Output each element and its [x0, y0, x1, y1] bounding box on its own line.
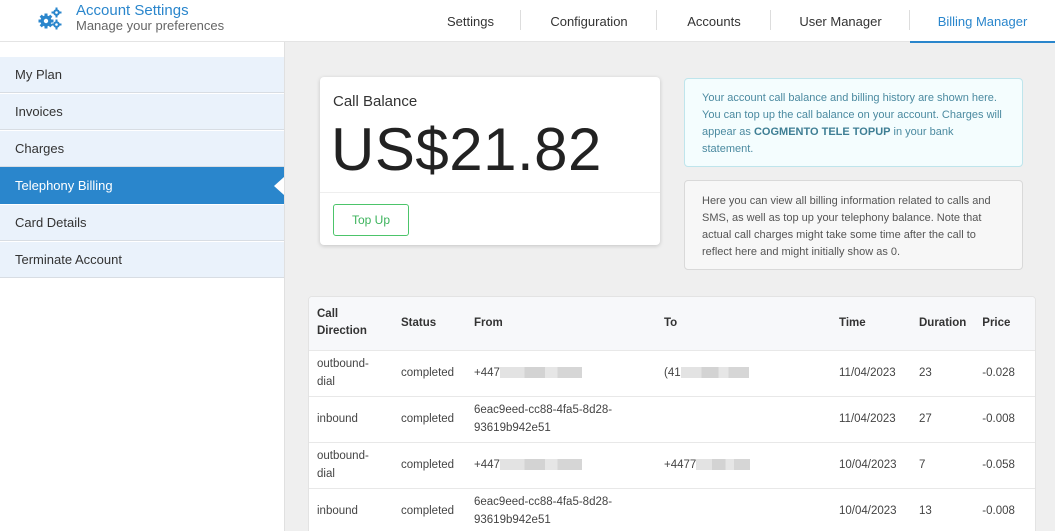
cell-to	[656, 395, 831, 442]
cell-duration: 7	[911, 441, 975, 488]
telephony-info-note: Here you can view all billing informatio…	[684, 180, 1023, 270]
cell-to: (41	[656, 349, 831, 396]
sidebar-divider	[284, 42, 285, 531]
sidebar-item-terminate-account[interactable]: Terminate Account	[0, 241, 284, 278]
tab-label: Settings	[447, 13, 494, 29]
cell-price: -0.008	[974, 395, 1035, 442]
cell-price: -0.008	[974, 487, 1035, 531]
to-number: +4477	[664, 459, 697, 471]
sidebar-item-label: Invoices	[15, 104, 63, 119]
sidebar-item-label: Telephony Billing	[15, 178, 113, 193]
col-status[interactable]: Status	[393, 297, 466, 350]
tab-label: Configuration	[550, 13, 628, 29]
cell-to: +4477	[656, 441, 831, 488]
col-from[interactable]: From	[466, 297, 656, 350]
billing-info-notice: Your account call balance and billing hi…	[684, 78, 1023, 167]
cell-direction: outbound-dial	[309, 349, 393, 396]
statement-descriptor: COGMENTO TELE TOPUP	[753, 126, 891, 138]
sidebar-item-my-plan[interactable]: My Plan	[0, 56, 284, 93]
to-number: (41	[664, 367, 681, 379]
cell-time: 11/04/2023	[831, 395, 911, 442]
col-to[interactable]: To	[656, 297, 831, 350]
cell-price: -0.058	[974, 441, 1035, 488]
cell-direction: inbound	[309, 395, 393, 442]
tab-accounts[interactable]: Accounts	[657, 0, 771, 42]
cell-duration: 13	[911, 487, 975, 531]
sidebar-item-label: Card Details	[15, 215, 87, 230]
col-call-direction[interactable]: Call Direction	[309, 297, 393, 350]
gears-icon	[38, 7, 62, 30]
redacted-mask	[499, 367, 582, 379]
tab-settings[interactable]: Settings	[420, 0, 521, 42]
cell-status: completed	[393, 487, 466, 531]
cell-direction: outbound-dial	[309, 441, 393, 488]
cell-price: -0.028	[974, 349, 1035, 396]
call-history-table: Call Direction Status From To Time Durat…	[308, 296, 1036, 531]
sidebar: My Plan Invoices Charges Telephony Billi…	[0, 42, 284, 531]
top-header: Account Settings Manage your preferences…	[0, 0, 1055, 43]
cell-status: completed	[393, 395, 466, 442]
top-up-button[interactable]: Top Up	[333, 204, 409, 236]
col-price[interactable]: Price	[974, 297, 1035, 350]
col-duration[interactable]: Duration	[911, 297, 974, 350]
redacted-mask	[680, 367, 749, 379]
sidebar-item-label: Terminate Account	[15, 252, 122, 267]
table-row: outbound-dial completed +447 +4477 10/04…	[309, 441, 1035, 488]
from-number: +447	[474, 367, 500, 379]
tab-label: Accounts	[687, 13, 741, 29]
sidebar-item-card-details[interactable]: Card Details	[0, 204, 284, 241]
tab-label: Billing Manager	[937, 13, 1028, 29]
redacted-mask	[499, 459, 582, 471]
cell-time: 10/04/2023	[831, 441, 911, 488]
sidebar-item-charges[interactable]: Charges	[0, 130, 284, 167]
call-balance-card: Call Balance US$21.82 Top Up	[320, 77, 660, 245]
sidebar-item-invoices[interactable]: Invoices	[0, 93, 284, 130]
cell-time: 10/04/2023	[831, 487, 911, 531]
table-header-row: Call Direction Status From To Time Durat…	[309, 297, 1035, 350]
cell-status: completed	[393, 441, 466, 488]
cell-time: 11/04/2023	[831, 349, 911, 396]
cell-from: +447	[466, 349, 656, 396]
tab-configuration[interactable]: Configuration	[521, 0, 657, 42]
note-text: Here you can view all billing informatio…	[702, 195, 991, 258]
cell-direction: inbound	[309, 487, 393, 531]
call-balance-label: Call Balance	[333, 93, 418, 110]
sidebar-menu: My Plan Invoices Charges Telephony Billi…	[0, 56, 284, 278]
cell-from: +447	[466, 441, 656, 488]
call-balance-value: US$21.82	[331, 116, 602, 183]
cell-duration: 23	[911, 349, 975, 396]
top-tabs: Settings Configuration Accounts User Man…	[420, 0, 1055, 43]
sidebar-item-label: My Plan	[15, 67, 62, 82]
card-divider	[320, 192, 660, 193]
table-row: outbound-dial completed +447 (41 11/04/2…	[309, 349, 1035, 396]
page-title: Account Settings	[76, 2, 189, 19]
page-subtitle: Manage your preferences	[76, 18, 225, 33]
sidebar-item-telephony-billing[interactable]: Telephony Billing	[0, 167, 284, 204]
tab-billing-manager[interactable]: Billing Manager	[910, 0, 1055, 43]
from-number: +447	[474, 459, 500, 471]
cell-status: completed	[393, 349, 466, 396]
redacted-mask	[696, 459, 751, 471]
cell-from: 6eac9eed-cc88-4fa5-8d28-93619b942e51	[466, 395, 656, 442]
tab-label: User Manager	[799, 13, 882, 29]
cell-from: 6eac9eed-cc88-4fa5-8d28-93619b942e51	[466, 487, 656, 531]
table-row: inbound completed 6eac9eed-cc88-4fa5-8d2…	[309, 395, 1035, 442]
cell-to	[656, 487, 831, 531]
tab-user-manager[interactable]: User Manager	[771, 0, 910, 42]
cell-duration: 27	[911, 395, 975, 442]
table-row: inbound completed 6eac9eed-cc88-4fa5-8d2…	[309, 487, 1035, 531]
brand: Account Settings Manage your preferences	[38, 3, 224, 33]
sidebar-item-label: Charges	[15, 141, 65, 156]
col-time[interactable]: Time	[831, 297, 911, 350]
